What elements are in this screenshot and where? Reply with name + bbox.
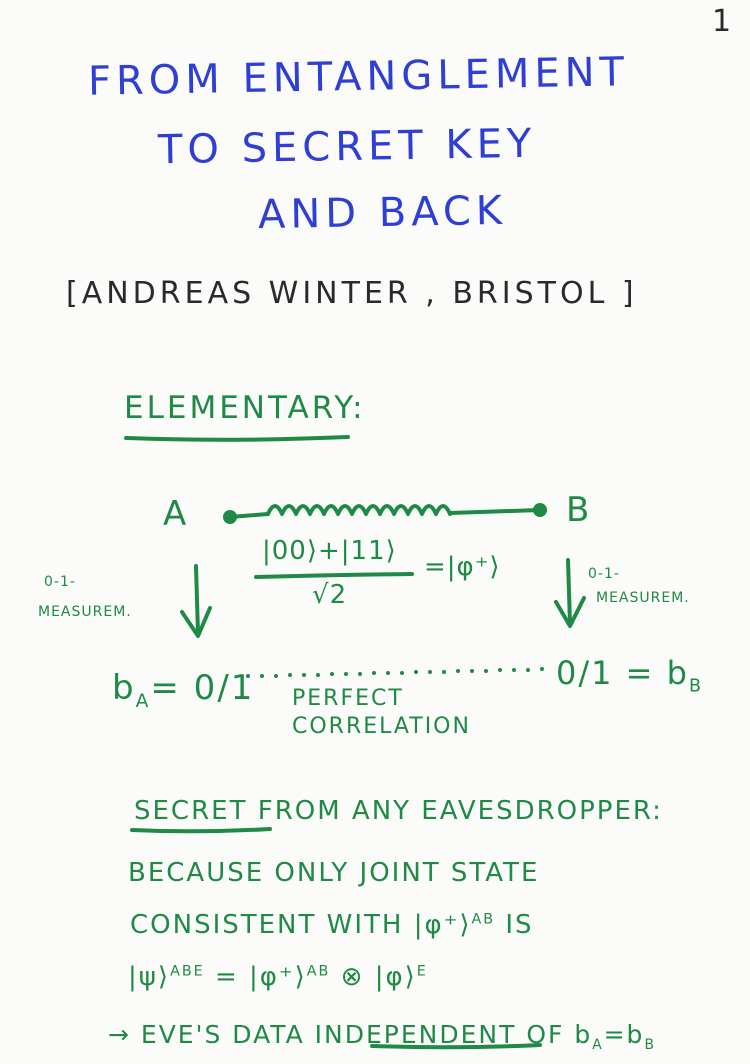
entanglement-wiggle: [266, 504, 452, 516]
fraction-bar: [254, 572, 414, 579]
secret-underline: [130, 827, 272, 834]
arrow-right-shaft: [566, 558, 572, 626]
arrow-left-shaft: [194, 564, 200, 636]
independent-underline: [370, 1043, 542, 1050]
link-right-segment: [448, 508, 542, 515]
notes-page: 1 FROM ENTANGLEMENT TO SECRET KEY AND BA…: [0, 0, 750, 1064]
pen-strokes: [124, 435, 586, 1050]
heading-underline: [124, 435, 350, 442]
correlation-dots: [246, 667, 544, 678]
